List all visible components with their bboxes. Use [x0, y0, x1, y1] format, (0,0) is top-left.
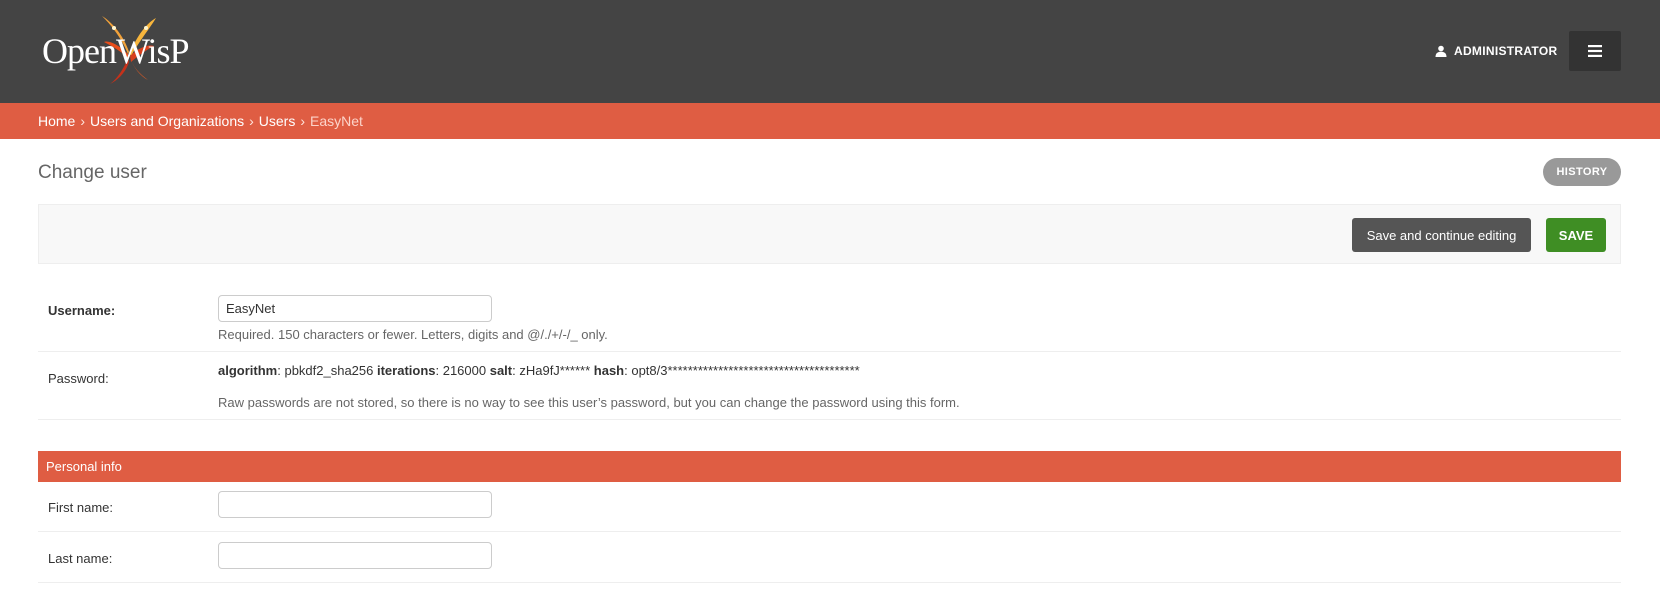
breadcrumb-separator: ›: [249, 113, 254, 129]
breadcrumb-model[interactable]: Users: [259, 113, 296, 129]
form-row-password: Password: algorithm: pbkdf2_sha256 itera…: [38, 352, 1621, 420]
password-label: Password:: [48, 371, 109, 386]
last-name-label: Last name:: [48, 551, 113, 566]
last-name-input[interactable]: [218, 542, 492, 569]
iterations-key: iterations: [376, 363, 436, 378]
openwisp-logo[interactable]: OpenWisP: [40, 14, 190, 88]
breadcrumb-current: EasyNet: [310, 113, 363, 129]
algorithm-key: algorithm: [218, 363, 278, 378]
breadcrumb-separator: ›: [80, 113, 86, 129]
personal-info-header: Personal info: [38, 451, 1621, 482]
iterations-value: : 216000: [435, 363, 490, 378]
breadcrumb-separator: ›: [300, 113, 306, 129]
password-help-text: Raw passwords are not stored, so there i…: [218, 395, 960, 410]
password-hash-summary: algorithm: pbkdf2_sha256 iterations: 216…: [218, 363, 860, 378]
user-name: ADMINISTRATOR: [1454, 44, 1558, 58]
username-input[interactable]: [218, 295, 492, 322]
hamburger-icon: [1588, 45, 1602, 57]
form-row-first-name: First name:: [38, 482, 1621, 532]
username-label: Username:: [48, 303, 116, 318]
user-icon: [1435, 45, 1447, 57]
user-menu-link[interactable]: ADMINISTRATOR: [1435, 42, 1557, 60]
logo-text: OpenWisP: [42, 31, 190, 71]
form-row-last-name: Last name:: [38, 532, 1621, 583]
form-row-username: Username: Required. 150 characters or fe…: [38, 285, 1621, 352]
algorithm-value: : pbkdf2_sha256: [277, 363, 377, 378]
first-name-input[interactable]: [218, 491, 492, 518]
breadcrumb-home[interactable]: Home: [38, 113, 75, 129]
save-and-continue-button[interactable]: Save and continue editing: [1352, 218, 1531, 252]
hash-key: hash: [593, 363, 625, 378]
first-name-label: First name:: [48, 500, 114, 515]
save-button[interactable]: SAVE: [1546, 218, 1606, 252]
salt-value: : zHa9fJ******: [512, 363, 594, 378]
menu-toggle-button[interactable]: [1569, 31, 1621, 71]
page-title: Change user: [38, 162, 147, 183]
top-header: OpenWisP ADMINISTRATOR: [0, 0, 1660, 103]
salt-key: salt: [489, 363, 513, 378]
username-help-text: Required. 150 characters or fewer. Lette…: [218, 327, 608, 342]
history-button[interactable]: HISTORY: [1543, 158, 1621, 186]
breadcrumb-section[interactable]: Users and Organizations: [90, 113, 244, 129]
submit-row: Save and continue editing SAVE: [38, 204, 1621, 264]
hash-value: : opt8/3********************************…: [624, 363, 860, 378]
breadcrumb: Home › Users and Organizations › Users ›…: [0, 103, 1660, 139]
